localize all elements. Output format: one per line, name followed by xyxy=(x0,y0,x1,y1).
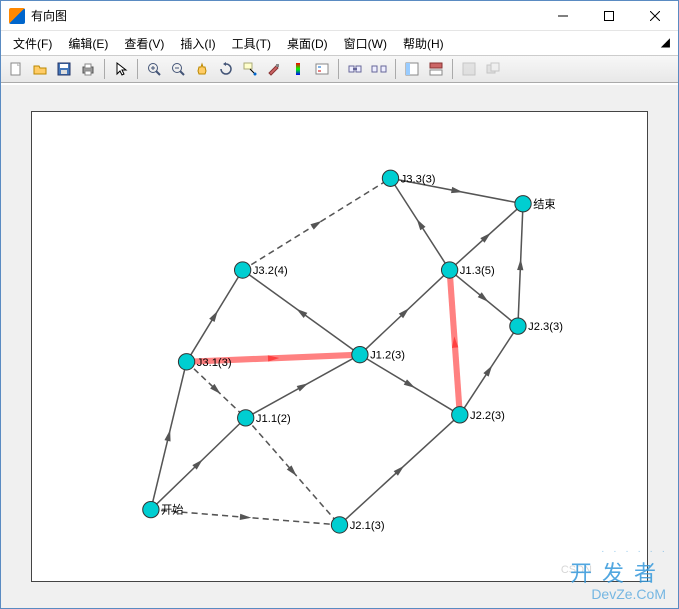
node-j23[interactable] xyxy=(510,318,526,334)
save-icon[interactable] xyxy=(53,58,75,80)
menu-item-4[interactable]: 工具(T) xyxy=(224,33,279,54)
zoom-in-icon[interactable] xyxy=(143,58,165,80)
legend-icon[interactable] xyxy=(311,58,333,80)
node-label-j22: J2.2(3) xyxy=(470,410,505,422)
edge-arrow xyxy=(517,259,523,270)
node-label-start: 开始 xyxy=(161,503,183,517)
app-icon xyxy=(9,8,25,24)
colorbar-icon[interactable] xyxy=(287,58,309,80)
edge-arrow xyxy=(240,514,252,520)
node-label-j12: J1.2(3) xyxy=(370,350,405,362)
layout-icon[interactable] xyxy=(425,58,447,80)
node-start[interactable] xyxy=(143,501,159,517)
menu-item-1[interactable]: 编辑(E) xyxy=(60,33,116,54)
node-label-end: 结束 xyxy=(533,198,555,211)
node-label-j13: J1.3(5) xyxy=(460,265,495,277)
close-button[interactable] xyxy=(632,1,678,31)
edge-arrow xyxy=(404,379,415,388)
menu-bar: 文件(F)编辑(E)查看(V)插入(I)工具(T)桌面(D)窗口(W)帮助(H)… xyxy=(1,31,678,55)
dock-icon[interactable] xyxy=(401,58,423,80)
brush-icon[interactable] xyxy=(263,58,285,80)
toolbar xyxy=(1,55,678,83)
menu-chevron-icon[interactable]: ◢ xyxy=(661,35,670,49)
minimize-button[interactable] xyxy=(540,1,586,31)
maximize-button[interactable] xyxy=(586,1,632,31)
node-label-j11: J1.1(2) xyxy=(256,413,291,425)
print-icon[interactable] xyxy=(77,58,99,80)
float-icon xyxy=(482,58,504,80)
menu-item-2[interactable]: 查看(V) xyxy=(116,33,172,54)
menu-item-0[interactable]: 文件(F) xyxy=(5,33,60,54)
csdn-watermark: CSDN xyxy=(561,564,592,576)
zoom-out-icon[interactable] xyxy=(167,58,189,80)
plot-axes: 开始 J1.1(2) J1.2(3) J1.3(5) J2.1(3) J2.2(3) J2.… xyxy=(31,111,648,582)
pointer-icon[interactable] xyxy=(110,58,132,80)
node-j13[interactable] xyxy=(441,262,457,278)
edge-arrow xyxy=(451,187,463,193)
edge-arrow xyxy=(483,365,492,376)
new-file-icon[interactable] xyxy=(5,58,27,80)
node-j21[interactable] xyxy=(331,517,347,533)
edge-arrow xyxy=(296,309,307,318)
node-label-j31: J3.1(3) xyxy=(197,357,232,369)
node-label-j21: J2.1(3) xyxy=(350,520,385,532)
node-label-j23: J2.3(3) xyxy=(528,321,563,333)
node-label-j33: J3.3(3) xyxy=(401,173,436,185)
unlink-icon[interactable] xyxy=(368,58,390,80)
node-label-j32: J3.2(4) xyxy=(253,265,288,277)
pan-icon[interactable] xyxy=(191,58,213,80)
menu-item-3[interactable]: 插入(I) xyxy=(172,33,223,54)
window-title: 有向图 xyxy=(31,7,540,24)
menu-item-5[interactable]: 桌面(D) xyxy=(279,33,336,54)
tile-icon xyxy=(458,58,480,80)
watermark-en: DevZe.CoM xyxy=(570,586,666,602)
edge-arrow xyxy=(164,430,170,442)
node-end[interactable] xyxy=(515,196,531,212)
menu-item-7[interactable]: 帮助(H) xyxy=(395,33,452,54)
rotate-icon[interactable] xyxy=(215,58,237,80)
open-folder-icon[interactable] xyxy=(29,58,51,80)
node-j32[interactable] xyxy=(234,262,250,278)
title-bar: 有向图 xyxy=(1,1,678,31)
node-j31[interactable] xyxy=(178,354,194,370)
edge-arrow xyxy=(209,311,218,322)
node-j33[interactable] xyxy=(382,170,398,186)
menu-item-6[interactable]: 窗口(W) xyxy=(336,33,395,54)
node-j22[interactable] xyxy=(452,407,468,423)
plot-area: 开始 J1.1(2) J1.2(3) J1.3(5) J2.1(3) J2.2(3) J2.… xyxy=(1,85,678,608)
link-icon[interactable] xyxy=(344,58,366,80)
node-j11[interactable] xyxy=(238,410,254,426)
data-cursor-icon[interactable] xyxy=(239,58,261,80)
edge-arrow xyxy=(417,219,426,230)
node-j12[interactable] xyxy=(352,347,368,363)
edge-arrow xyxy=(310,221,321,230)
edge-arrow xyxy=(297,383,308,391)
directed-graph: 开始 J1.1(2) J1.2(3) J1.3(5) J2.1(3) J2.2(3) J2.… xyxy=(32,112,647,581)
